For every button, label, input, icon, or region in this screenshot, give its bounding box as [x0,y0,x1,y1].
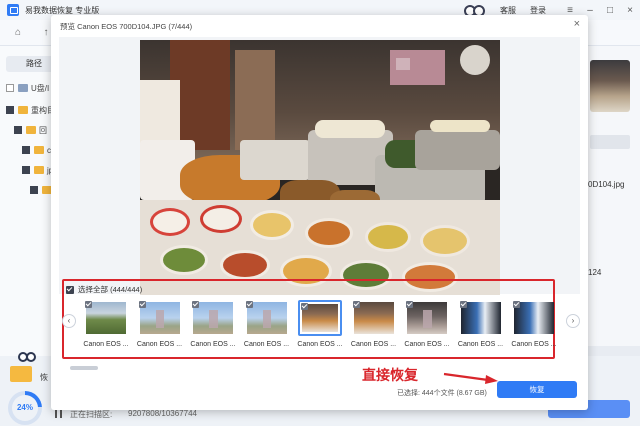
tree-row[interactable]: c [22,144,51,156]
select-all-label: 选择全部 (444/444) [78,285,143,294]
annotation-text: 直接恢复 [362,368,418,384]
app-title: 易我数据恢复 专业版 [25,5,100,15]
chevron-left-icon[interactable]: ‹ [62,314,76,328]
tree-row[interactable]: 回 [14,124,47,136]
folder-icon [34,166,44,174]
thumbnail-checkbox[interactable] [138,301,146,308]
footer-label: 恢 [40,373,48,382]
preview-dialog: 预览 Canon EOS 700D104.JPG (7/444) × 选择全部 … [51,15,588,410]
thumbnail-image [193,302,233,334]
tree-checkbox[interactable] [22,166,30,174]
thumbnail-image [246,302,287,334]
home-icon[interactable]: ⌂ [10,26,26,40]
tree-checkbox[interactable] [22,146,30,154]
preview-photo [140,40,500,295]
folder-icon [26,126,36,134]
tree-row[interactable]: 重构目 [6,104,55,116]
dialog-close-icon[interactable]: × [574,18,580,30]
thumbnail-label: Canon EOS ... [404,341,450,348]
thumbnail-checkbox[interactable] [459,301,467,308]
preview-thumbnail [590,60,630,112]
login-link[interactable]: 登录 [530,5,546,16]
folder-icon [10,366,32,382]
thumbnail-label: Canon EOS ... [190,341,236,348]
thumbnail-strip: 选择全部 (444/444) Canon EOS ... Canon EOS ..… [62,279,557,359]
window-close-icon[interactable]: × [620,5,640,16]
thumbnail-item[interactable] [191,300,235,336]
file-info-text: 124 [588,268,602,277]
mosaic-block [209,310,218,328]
thumbnail-checkbox[interactable] [352,301,360,308]
thumbnail-item[interactable] [405,300,449,336]
tree-row[interactable]: U盘/I [6,82,49,94]
thumbnail-label: Canon EOS ... [350,341,397,348]
thumbnail-image [139,302,180,334]
right-panel-button[interactable] [590,135,630,149]
thumbnail-item[interactable] [459,300,503,336]
recover-button[interactable]: 恢复 [497,381,577,398]
thumbnail-item[interactable] [512,300,556,336]
thumbnail-checkbox[interactable] [406,301,413,308]
minimize-icon[interactable]: – [580,5,600,16]
folder-icon [18,106,28,114]
thumbnail-item[interactable] [138,300,182,336]
thumbnail-checkbox[interactable] [301,303,308,310]
thumbnail-item[interactable] [245,300,289,336]
scan-progress-label: 24% [16,403,33,412]
thumbnail-image [86,302,126,334]
tree-checkbox[interactable] [6,84,14,92]
thumbnail-label: Canon EOS ... [83,341,129,348]
tree-label: 回 [39,125,47,135]
horizontal-scrollbar[interactable] [70,366,98,370]
selected-files-info: 已选择: 444个文件 (8.67 GB) [397,390,487,397]
select-all-checkbox[interactable]: 选择全部 (444/444) [66,284,142,295]
tree-checkbox[interactable] [14,126,22,134]
chevron-right-icon[interactable]: › [566,314,580,328]
dialog-title: 预览 Canon EOS 700D104.JPG (7/444) [60,22,193,31]
tree-label: U盘/I [31,83,50,93]
thumbnail-label: Canon EOS ... [136,341,183,348]
tree-checkbox[interactable] [6,106,14,114]
thumbnail-image [407,302,447,334]
thumbnail-image [460,302,501,334]
scan-status-label: 正在扫描区: [70,410,113,419]
thumbnail-image [353,302,394,334]
thumbnail-label: Canon EOS ... [457,341,504,348]
mosaic-block [155,310,165,328]
thumbnail-label: Canon EOS ... [297,341,343,348]
thumbnail-item[interactable] [298,300,342,336]
thumbnail-checkbox[interactable] [513,301,520,308]
thumbnail-image [514,302,554,334]
thumbnail-item[interactable] [352,300,396,336]
mosaic-block [262,310,272,328]
file-name-text: 0D104.jpg [588,180,625,189]
app-logo-icon [7,4,19,16]
tree-checkbox[interactable] [30,186,38,194]
support-link[interactable]: 客服 [500,5,516,16]
scan-status-count: 9207808/10367744 [128,409,197,418]
checkbox-checked-icon [66,285,74,294]
thumbnail-label: Canon EOS ... [511,341,557,348]
thumbnail-checkbox[interactable] [245,301,253,308]
thumbnail-label: Canon EOS ... [243,341,290,348]
drive-icon [18,84,28,92]
pause-icon[interactable] [55,410,62,418]
folder-icon [34,146,44,154]
tree-row[interactable]: jp [22,164,53,176]
menu-icon[interactable]: ≡ [560,5,580,16]
mosaic-block [423,310,432,328]
thumbnail-checkbox[interactable] [85,301,92,308]
owl-mascot-icon [18,352,36,364]
annotation-arrow-icon [443,372,498,384]
maximize-icon[interactable]: □ [600,5,620,16]
thumbnail-checkbox[interactable] [192,301,199,308]
thumbnail-item[interactable] [84,300,128,336]
